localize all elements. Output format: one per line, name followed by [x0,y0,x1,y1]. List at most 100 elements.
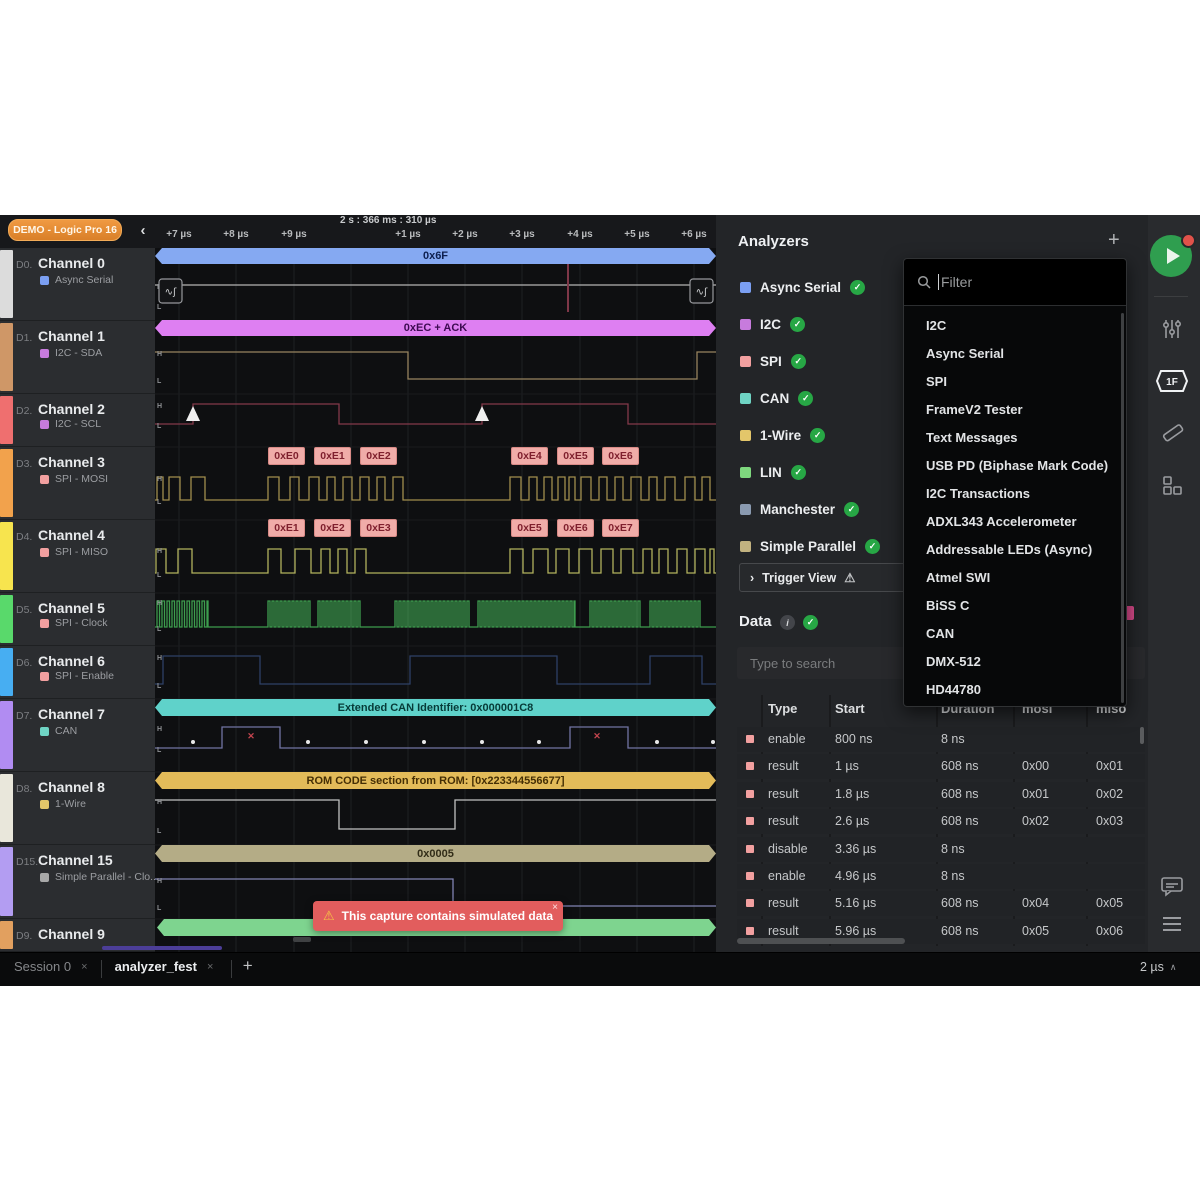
channel-id: D7. [16,710,33,722]
dropdown-item-adxl343-accelerometer[interactable]: ADXL343 Accelerometer [904,507,1126,535]
dropdown-item-hd44780[interactable]: HD44780 [904,675,1126,703]
cell-duration: 8 ns [941,869,965,883]
dropdown-item-usb-pd-biphase-mark-code-[interactable]: USB PD (Biphase Mark Code) [904,451,1126,479]
analyzer-item-manchester[interactable]: Manchester ✓ [740,499,860,519]
cell-mosi: 0x04 [1022,896,1050,911]
spi-byte-bubble[interactable]: 0xE4 [511,447,548,465]
extensions-layout-icon[interactable] [1154,467,1190,503]
table-row[interactable]: result 1.8 µs 608 ns 0x01 0x02 [737,781,1145,807]
data-enabled-check-icon[interactable]: ✓ [803,615,818,630]
analyzer-item-async-serial[interactable]: Async Serial ✓ [740,277,866,297]
analyzer-picker-dropdown: Filter I2C Async Serial SPI FrameV2 Tester T… [903,258,1127,707]
analyzer-item-can[interactable]: CAN ✓ [740,388,814,408]
cell-duration: 608 ns [941,923,979,938]
dropdown-item-i2c-transactions[interactable]: I2C Transactions [904,479,1126,507]
table-header-type: Type [768,701,798,716]
dropdown-item-async-serial[interactable]: Async Serial [904,339,1126,367]
check-icon: ✓ [798,390,814,406]
rail-divider [1154,296,1188,297]
cell-duration: 608 ns [941,896,979,911]
collapse-sidebar-icon[interactable]: ‹ [134,219,152,241]
channel-row-channel-7[interactable]: D7. Channel 7 CAN [0,699,155,772]
channel-protocol: Simple Parallel - Clo... [55,871,159,883]
row-swatch [746,789,754,798]
info-icon[interactable]: i [780,615,795,630]
trigger-view-button[interactable]: › Trigger View ⚠ [739,563,906,592]
dropdown-item-text-messages[interactable]: Text Messages [904,423,1126,451]
channel-row-channel-15[interactable]: D15. Channel 15 Simple Parallel - Clo... [0,845,159,919]
cell-start: 5.96 µs [835,923,877,938]
spi-byte-bubble[interactable]: 0xE6 [557,519,594,537]
spi-byte-bubble[interactable]: 0xE2 [314,519,351,537]
protocol-bubble[interactable]: 0x0005 [155,845,716,862]
protocol-swatch [40,873,49,882]
dropdown-item-i2c[interactable]: I2C [904,311,1126,339]
spi-byte-bubble[interactable]: 0xE2 [360,447,397,465]
device-badge[interactable]: DEMO - Logic Pro 16 [8,219,122,241]
dropdown-item-can[interactable]: CAN [904,619,1126,647]
channel-name: Channel 3 [38,454,105,470]
channel-row-channel-3[interactable]: D3. Channel 3 SPI - MOSI [0,447,155,520]
channel-name: Channel 0 [38,255,105,271]
analyzer-item-simple-parallel[interactable]: Simple Parallel ✓ [740,536,881,556]
toast-message: This capture contains simulated data [341,909,554,923]
device-1f-badge-icon[interactable]: 1F [1154,363,1190,399]
toast-close-icon[interactable]: × [552,902,558,913]
protocol-bubble[interactable]: Extended CAN Identifier: 0x000001C8 [155,699,716,716]
channel-row-channel-0[interactable]: D0. Channel 0 Async Serial [0,248,155,321]
spi-byte-bubble[interactable]: 0xE1 [268,519,305,537]
dropdown-item-dmx-512[interactable]: DMX-512 [904,647,1126,675]
capture-settings-icon[interactable] [1154,311,1190,347]
timeline-tick: +3 µs [509,229,535,240]
dropdown-item-atmel-swi[interactable]: Atmel SWI [904,563,1126,591]
analyzer-item-spi[interactable]: SPI ✓ [740,351,806,371]
analyzer-item-lin[interactable]: LIN ✓ [740,462,806,482]
dropdown-item-spi[interactable]: SPI [904,367,1126,395]
spi-byte-bubble[interactable]: 0xE7 [602,519,639,537]
channel-row-channel-5[interactable]: D5. Channel 5 SPI - Clock [0,593,155,646]
new-tab-button[interactable]: + [243,956,253,976]
table-horizontal-scrollbar[interactable] [737,938,905,944]
protocol-bubble[interactable]: 0x6F [155,248,716,264]
tab-session-0[interactable]: Session 0 × [14,959,88,974]
tab-analyzer_fest[interactable]: analyzer_fest × [115,959,214,974]
channel-row-channel-6[interactable]: D6. Channel 6 SPI - Enable [0,646,155,699]
spi-byte-bubble[interactable]: 0xE3 [360,519,397,537]
spi-byte-bubble[interactable]: 0xE0 [268,447,305,465]
add-analyzer-button[interactable]: + [1108,229,1120,252]
spi-byte-bubble[interactable]: 0xE5 [557,447,594,465]
analyzer-item-1-wire[interactable]: 1-Wire ✓ [740,425,826,445]
channel-row-channel-1[interactable]: D1. Channel 1 I2C - SDA [0,321,155,394]
dropdown-item-framev2-tester[interactable]: FrameV2 Tester [904,395,1126,423]
channel-row-channel-2[interactable]: D2. Channel 2 I2C - SCL [0,394,155,447]
dropdown-item-addressable-leds-async-[interactable]: Addressable LEDs (Async) [904,535,1126,563]
tab-close-icon[interactable]: × [81,961,87,973]
analyzer-item-i2c[interactable]: I2C ✓ [740,314,806,334]
spi-byte-bubble[interactable]: 0xE6 [602,447,639,465]
table-row[interactable]: enable 4.96 µs 8 ns [737,864,1145,889]
wave-horizontal-scrollbar[interactable] [293,937,311,942]
spi-byte-bubble[interactable]: 0xE5 [511,519,548,537]
table-row[interactable]: result 1 µs 608 ns 0x00 0x01 [737,754,1145,780]
tab-close-icon[interactable]: × [207,961,213,973]
low-label: L [157,304,162,311]
protocol-bubble[interactable]: ROM CODE section from ROM: [0x2233445566… [155,772,716,789]
main-menu-icon[interactable] [1154,906,1190,942]
channel-row-channel-4[interactable]: D4. Channel 4 SPI - MISO [0,520,155,593]
dropdown-item-biss-c[interactable]: BiSS C [904,591,1126,619]
feedback-comment-icon[interactable] [1154,868,1190,904]
zoom-level-control[interactable]: 2 µs ∧ [1140,960,1176,974]
table-row[interactable]: result 5.16 µs 608 ns 0x04 0x05 [737,891,1145,917]
spi-byte-bubble[interactable]: 0xE1 [314,447,351,465]
analyzer-filter-input[interactable]: Filter [904,259,1126,306]
table-row[interactable]: disable 3.36 µs 8 ns [737,836,1145,862]
protocol-bubble[interactable]: 0xEC + ACK [155,320,716,336]
channel-row-channel-8[interactable]: D8. Channel 8 1-Wire [0,772,155,845]
dropdown-scrollbar[interactable] [1121,313,1124,703]
sidebar-horizontal-scrollbar[interactable] [102,946,222,950]
table-row[interactable]: result 2.6 µs 608 ns 0x02 0x03 [737,809,1145,835]
wave-ch2-i2c-scl [155,403,716,425]
measure-ruler-icon[interactable] [1154,415,1190,451]
table-vertical-scrollbar[interactable] [1140,727,1144,744]
table-row[interactable]: enable 800 ns 8 ns [737,727,1145,752]
